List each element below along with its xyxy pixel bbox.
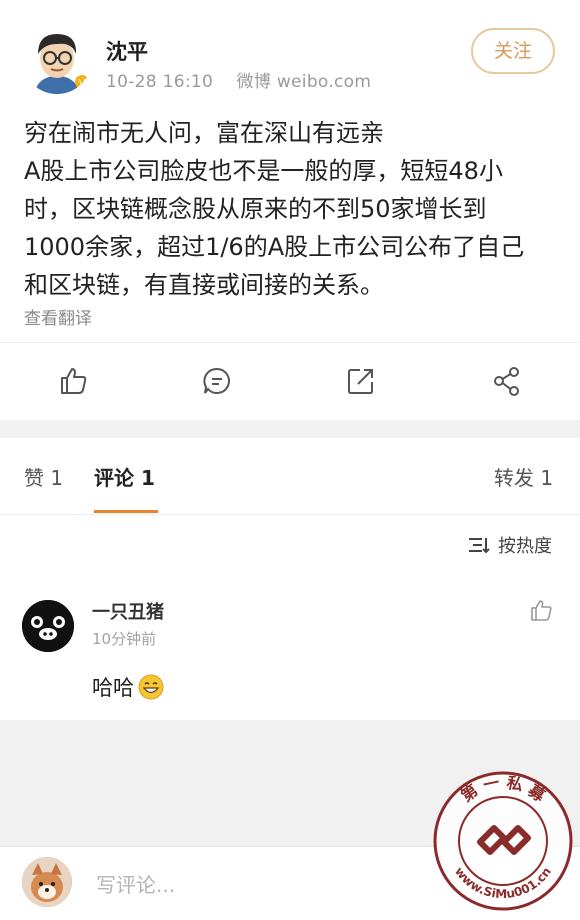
svg-text:V: V [79, 78, 86, 89]
tab-reposts[interactable]: 转发 1 [494, 462, 553, 491]
post-card: V 沈平 10-28 16:10 微博 weibo.com 关注 穷在闹市无人问… [0, 0, 580, 420]
post-text: 穷在闹市无人问，富在深山有远亲 A股上市公司脸皮也不是一般的厚，短短48小 时，… [24, 114, 564, 304]
comments-card [0, 438, 580, 720]
commenter-name[interactable]: 一只丑猪 [92, 598, 164, 624]
author-avatar[interactable]: V [22, 24, 92, 94]
post-text-line: 穷在闹市无人问，富在深山有远亲 [24, 119, 384, 147]
watermark-logo: 第 一 私 募 www.SiMu001.cn [433, 771, 573, 911]
post-time: 10-28 16:10 [106, 72, 214, 92]
post-text-line: 时，区块链概念股从原来的不到50家增长到 [24, 195, 487, 223]
post-meta: 10-28 16:10 微博 weibo.com [106, 67, 371, 92]
laughing-emoji-icon [138, 674, 164, 700]
commenter-avatar[interactable] [22, 600, 74, 652]
sort-label: 按热度 [498, 536, 552, 557]
comment-time: 10分钟前 [92, 630, 157, 648]
divider [0, 514, 580, 515]
repost-icon[interactable] [344, 364, 380, 400]
follow-button[interactable]: 关注 [471, 28, 555, 74]
comment-icon[interactable] [200, 364, 236, 400]
comment-text: 哈哈 [92, 672, 164, 702]
author-name[interactable]: 沈平 [106, 36, 148, 66]
post-text-line: 和区块链，有直接或间接的关系。 [24, 271, 384, 299]
post-text-line: 1000余家，超过1/6的A股上市公司公布了自己 [24, 233, 525, 261]
comment-body: 哈哈 [92, 676, 134, 700]
active-tab-indicator [94, 510, 158, 513]
tab-comments[interactable]: 评论 1 [94, 462, 155, 491]
sort-button[interactable]: 按热度 [468, 532, 552, 558]
like-icon[interactable] [56, 364, 92, 400]
share-icon[interactable] [490, 364, 526, 400]
my-avatar[interactable] [22, 857, 72, 907]
tab-likes[interactable]: 赞 1 [24, 462, 63, 491]
divider [0, 342, 580, 343]
post-text-line: A股上市公司脸皮也不是一般的厚，短短48小 [24, 157, 503, 185]
sort-icon [469, 538, 490, 554]
comment-input[interactable]: 写评论... [96, 869, 175, 898]
post-source: 微博 weibo.com [236, 72, 372, 92]
translate-link[interactable]: 查看翻译 [24, 304, 92, 329]
comment-like-icon[interactable] [528, 597, 554, 623]
